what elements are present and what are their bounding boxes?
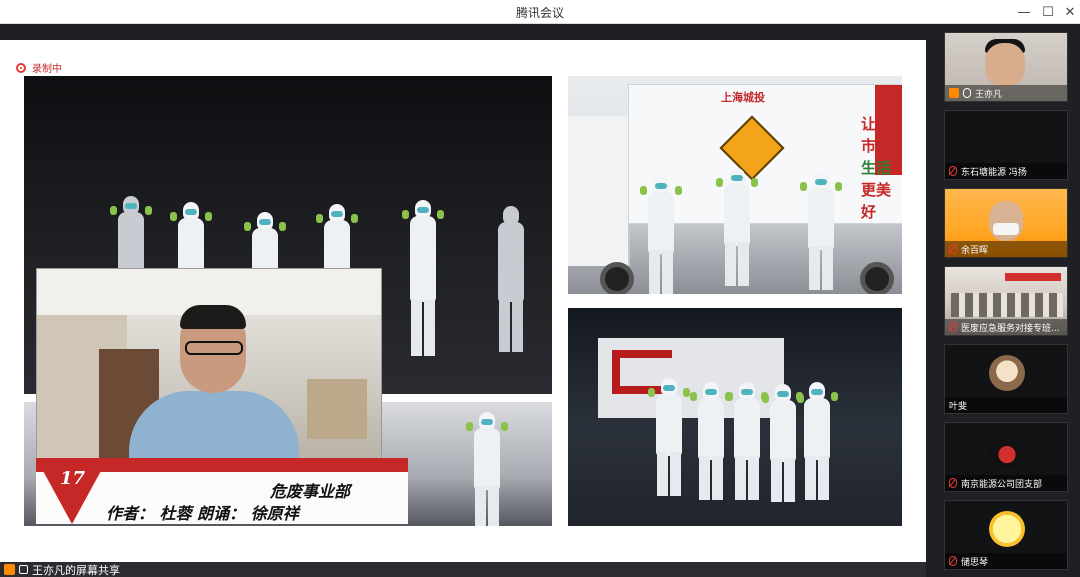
mic-icon (963, 88, 971, 98)
participant-video (951, 293, 1063, 317)
participant-namebar: 王亦凡 (945, 85, 1067, 101)
participant-namebar: 叶斐 (945, 397, 1067, 413)
participant-namebar: 储思琴 (945, 553, 1067, 569)
participant-tile[interactable]: 余百晖 (944, 188, 1068, 258)
participant-tile[interactable]: 医废应急服务对接专班... (944, 266, 1068, 336)
participant-video (985, 43, 1025, 87)
avatar (989, 511, 1025, 547)
bottom-status-bar (0, 562, 926, 577)
participant-namebar: 医废应急服务对接专班... (945, 319, 1067, 335)
mic-muted-icon (949, 478, 957, 488)
truck-wheel (600, 262, 634, 294)
truck-slogan: 让城市 生活 更美好 (861, 113, 902, 223)
worker-figure (796, 382, 838, 502)
worker-figure (690, 382, 732, 502)
truck-logo-text: 上海城投 (721, 91, 765, 104)
participant-tile[interactable]: 储思琴 (944, 500, 1068, 570)
mic-muted-icon (949, 166, 957, 176)
participant-tile[interactable]: 东石塘能源 冯扬 (944, 110, 1068, 180)
watermark: ZOC 大圈咨询 (6, 538, 117, 564)
minimize-icon[interactable]: — (1014, 2, 1034, 22)
maximize-icon[interactable]: ☐ (1038, 2, 1058, 22)
slide-caption-banner: 17 危废事业部 作者： 杜蓉 朗诵： 徐原祥 (36, 458, 408, 524)
participants-panel: 王亦凡 东石塘能源 冯扬 余百晖 医废应急服务对接专班... 叶斐 南京能源公司… (932, 24, 1080, 577)
title-bar: 腾讯会议 — ☐ ✕ (0, 0, 1080, 24)
worker-figure (716, 168, 758, 288)
slide-number: 17 (60, 468, 86, 489)
participant-name: 余百晖 (961, 245, 989, 256)
worker-figure (402, 200, 444, 360)
participant-namebar: 东石塘能源 冯扬 (945, 163, 1067, 179)
avatar (989, 355, 1025, 391)
recording-indicator: 录制中 (16, 60, 62, 75)
share-icon (4, 564, 15, 575)
participant-name: 储思琴 (961, 557, 989, 568)
slide-photo-truck-slogan: 上海城投 让城市 生活 更美好 (568, 76, 902, 294)
slogan-line-3: 更美好 (861, 181, 892, 221)
slogan-line-1: 让城市 (861, 115, 892, 155)
glasses-icon (185, 341, 243, 355)
worker-figure (466, 412, 508, 526)
watermark-logo-icon: ZOC (6, 543, 40, 559)
avatar (989, 433, 1025, 469)
department-name: 危废事业部 (270, 482, 351, 501)
screen-icon (19, 565, 28, 574)
worker-figure (800, 172, 842, 292)
participant-name: 东石塘能源 冯扬 (961, 167, 1027, 178)
worker-figure (726, 382, 768, 502)
mic-muted-icon (949, 556, 957, 566)
worker-figure (648, 378, 690, 498)
watermark-text: 大圈咨询 (45, 542, 118, 563)
author-credits: 作者： 杜蓉 朗诵： 徐原祥 (106, 504, 299, 523)
tencent-meeting-window: 腾讯会议 — ☐ ✕ 录制中 上海城投 让城市 生活 更美好 17 危废事业部 … (0, 0, 1080, 577)
screen-share-area: 录制中 上海城投 让城市 生活 更美好 17 危废事业部 作者： 杜蓉 朗诵： … (0, 40, 926, 562)
window-title: 腾讯会议 (515, 6, 564, 20)
host-icon (949, 88, 959, 98)
slide-photo-night-group (568, 308, 902, 526)
mic-muted-icon (949, 322, 957, 332)
participant-namebar: 余百晖 (945, 241, 1067, 257)
participant-video (989, 201, 1023, 241)
participant-tile[interactable]: 南京能源公司团支部 (944, 422, 1068, 492)
sharing-status-text: 王亦凡的屏幕共享 (32, 563, 120, 577)
presenter-camera-overlay (36, 268, 382, 464)
participant-tile[interactable]: 叶斐 (944, 344, 1068, 414)
participant-name: 叶斐 (949, 401, 968, 412)
truck-wheel (860, 262, 894, 294)
truck-cab (568, 116, 630, 266)
participant-name: 王亦凡 (975, 89, 1003, 100)
worker-figure (762, 384, 804, 504)
recording-label: 录制中 (32, 64, 62, 75)
slogan-line-2: 生活 (861, 159, 892, 177)
worker-figure (640, 176, 682, 294)
screen-sharing-status[interactable]: 王亦凡的屏幕共享 (4, 562, 120, 577)
participant-namebar: 南京能源公司团支部 (945, 475, 1067, 491)
recording-icon (16, 62, 26, 73)
worker-figure (494, 206, 528, 356)
close-icon[interactable]: ✕ (1060, 2, 1080, 22)
participant-name: 南京能源公司团支部 (961, 479, 1043, 490)
participant-tile[interactable]: 王亦凡 (944, 32, 1068, 102)
participant-name: 医废应急服务对接专班... (961, 323, 1060, 334)
mic-muted-icon (949, 244, 957, 254)
